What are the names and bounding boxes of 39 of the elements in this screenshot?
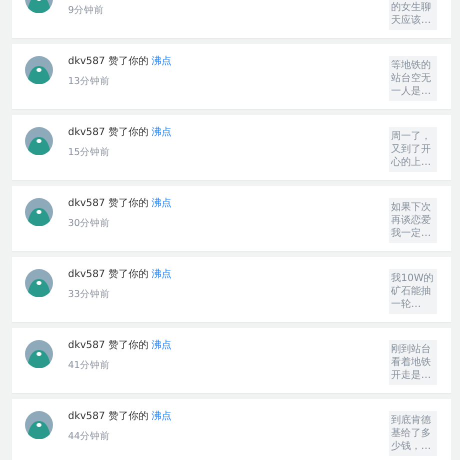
notification-title: dkv587 赞了你的 沸点 xyxy=(68,410,173,423)
avatar-icon xyxy=(25,340,53,368)
post-snippet[interactable]: 到底肯德基给了多少钱，… xyxy=(389,411,437,456)
post-link[interactable]: 沸点 xyxy=(152,411,172,422)
post-snippet[interactable]: 等地铁的站台空无一人是… xyxy=(389,56,437,101)
post-snippet[interactable]: 周一了，又到了开心的上… xyxy=(389,127,437,172)
post-link[interactable]: 沸点 xyxy=(152,269,172,280)
post-snippet[interactable]: 我10W的矿石能抽一轮… xyxy=(389,269,437,314)
notification-title: dkv587 赞了你的 沸点 xyxy=(68,197,173,210)
notification-title: dkv587 赞了你的 沸点 xyxy=(68,126,173,139)
notification-title: dkv587 赞了你的 沸点 xyxy=(68,339,173,352)
time-label: 13分钟前 xyxy=(68,75,112,88)
notification-card[interactable]: dkv587 赞了你的 沸点 33分钟前 我10W的矿石能抽一轮… xyxy=(12,257,451,322)
post-link[interactable]: 沸点 xyxy=(152,127,172,138)
time-label: 30分钟前 xyxy=(68,217,112,230)
post-snippet[interactable]: 刚到站台看着地铁开走是… xyxy=(389,340,437,385)
time-label: 15分钟前 xyxy=(68,146,112,159)
post-link[interactable]: 沸点 xyxy=(152,198,172,209)
avatar-icon xyxy=(25,411,53,439)
time-label: 41分钟前 xyxy=(68,359,112,372)
notification-card[interactable]: dkv587 赞了你的 沸点 44分钟前 到底肯德基给了多少钱，… xyxy=(12,399,451,460)
post-link[interactable]: 沸点 xyxy=(152,56,172,67)
post-link[interactable]: 沸点 xyxy=(152,340,172,351)
notification-title: dkv587 赞了你的 沸点 xyxy=(68,55,173,68)
time-label: 9分钟前 xyxy=(68,4,106,17)
notification-card[interactable]: dkv587 赞了你的 沸点 41分钟前 刚到站台看着地铁开走是… xyxy=(12,328,451,393)
time-label: 33分钟前 xyxy=(68,288,112,301)
post-snippet[interactable]: 如果下次再谈恋爱我一定… xyxy=(389,198,437,243)
avatar-icon xyxy=(25,56,53,84)
avatar-icon xyxy=(25,269,53,297)
notification-card[interactable]: dkv587 赞了你的 沸点 15分钟前 周一了，又到了开心的上… xyxy=(12,115,451,180)
time-label: 44分钟前 xyxy=(68,430,112,443)
notification-card[interactable]: dkv587 赞了你的 沸点 13分钟前 等地铁的站台空无一人是… xyxy=(12,44,451,109)
post-snippet[interactable]: 的女生聊天应该… xyxy=(389,0,437,30)
avatar-icon xyxy=(25,198,53,226)
avatar-icon xyxy=(25,127,53,155)
notification-card[interactable]: dkv587 赞了你的 沸点 30分钟前 如果下次再谈恋爱我一定… xyxy=(12,186,451,251)
notification-title: dkv587 赞了你的 沸点 xyxy=(68,268,173,281)
notification-card[interactable]: 9分钟前 的女生聊天应该… xyxy=(12,0,451,38)
